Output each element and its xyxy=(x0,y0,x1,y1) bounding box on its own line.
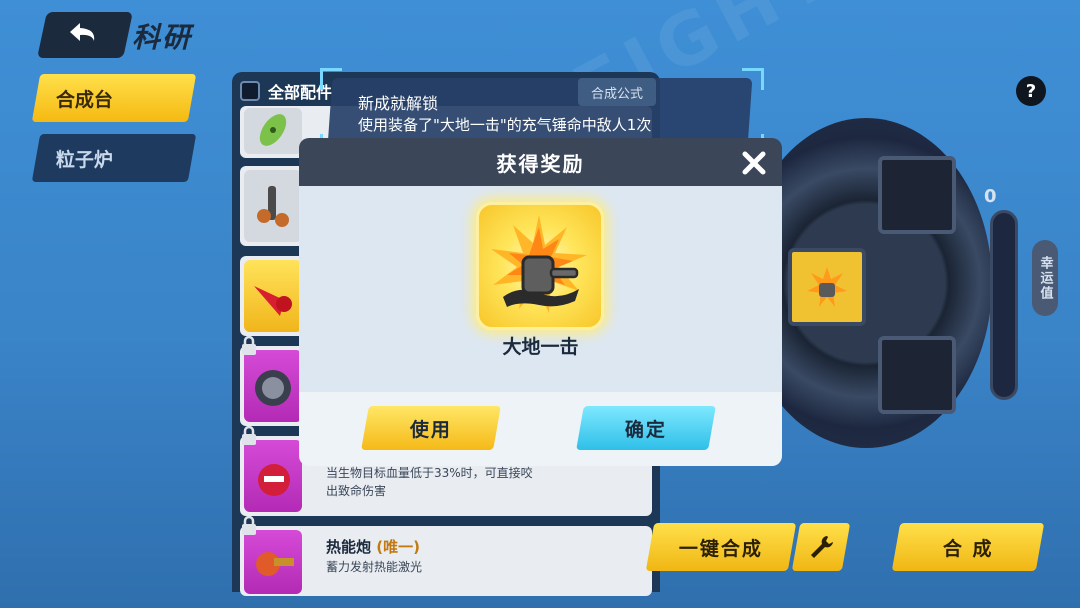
use-button-label: 使用 xyxy=(409,418,452,441)
material-slot-top[interactable] xyxy=(878,156,956,234)
item-description-line: 蓄力发射热能激光 xyxy=(326,560,423,574)
parts-list-header: 全部配件 xyxy=(240,78,332,104)
part-icon xyxy=(244,260,302,332)
tab-label: 合成台 xyxy=(56,88,114,111)
item-description: 当生物目标血量低于33%时，可直接咬 出致命伤害 xyxy=(326,464,533,500)
part-icon xyxy=(244,350,302,422)
notification-bracket xyxy=(742,68,764,90)
craft-button[interactable]: 合 成 xyxy=(891,523,1045,571)
material-slot-bottom[interactable] xyxy=(878,336,956,414)
part-icon xyxy=(244,108,302,154)
tab-synthesis-table[interactable]: 合成台 xyxy=(31,74,197,122)
back-button[interactable] xyxy=(37,12,133,58)
part-icon xyxy=(244,170,302,242)
craft-label: 合 成 xyxy=(942,537,994,560)
notification-bracket xyxy=(320,68,342,90)
notification-description: 使用装备了"大地一击"的充气锤命中敌人1次 xyxy=(358,116,652,134)
select-all-checkbox[interactable] xyxy=(240,81,260,101)
earth-strike-mini-icon xyxy=(807,267,847,307)
tab-particle-furnace[interactable]: 粒子炉 xyxy=(31,134,197,182)
use-button[interactable]: 使用 xyxy=(361,406,501,450)
reward-item-name: 大地一击 xyxy=(502,336,579,358)
wrench-icon xyxy=(811,536,833,558)
notification-title: 新成就解锁 xyxy=(358,94,439,113)
luck-value: 0 xyxy=(984,186,997,207)
dialog-header: 获得奖励 xyxy=(299,138,782,186)
lock-icon xyxy=(242,336,256,355)
lock-icon xyxy=(242,426,256,445)
part-icon xyxy=(244,440,302,512)
item-description: 蓄力发射热能激光 xyxy=(326,558,422,576)
confirm-button-label: 确定 xyxy=(624,418,667,441)
help-button[interactable]: ? xyxy=(1016,76,1046,106)
back-arrow-icon xyxy=(70,23,95,41)
luck-gauge xyxy=(990,210,1018,400)
item-name: 热能炮 xyxy=(326,538,372,556)
list-item[interactable]: 热能炮 (唯一) 蓄力发射热能激光 xyxy=(240,516,652,596)
item-unique-tag: (唯一) xyxy=(376,538,420,556)
item-title: 热能炮 (唯一) xyxy=(326,536,420,557)
page-title: 科研 xyxy=(132,21,193,54)
wrench-button[interactable] xyxy=(791,523,851,571)
reward-dialog: 获得奖励 大地一击 使用 确定 xyxy=(299,138,782,466)
one-click-craft-label: 一键合成 xyxy=(678,537,763,560)
material-slot-center[interactable] xyxy=(788,248,866,326)
one-click-craft-button[interactable]: 一键合成 xyxy=(645,523,797,571)
recipe-button[interactable]: 合成公式 xyxy=(578,78,656,106)
part-icon xyxy=(244,530,302,594)
close-icon xyxy=(742,151,766,175)
confirm-button[interactable]: 确定 xyxy=(576,406,716,450)
earth-strike-hammer-icon xyxy=(491,215,587,313)
close-button[interactable] xyxy=(737,146,771,180)
lock-icon xyxy=(242,516,256,535)
tab-label: 粒子炉 xyxy=(56,148,114,171)
luck-label: 幸运值 xyxy=(1032,240,1058,316)
item-description-line: 当生物目标血量低于33%时，可直接咬 xyxy=(326,466,533,480)
reward-item-icon[interactable] xyxy=(476,202,604,330)
item-description-line: 出致命伤害 xyxy=(326,484,387,498)
dialog-title: 获得奖励 xyxy=(496,151,585,176)
